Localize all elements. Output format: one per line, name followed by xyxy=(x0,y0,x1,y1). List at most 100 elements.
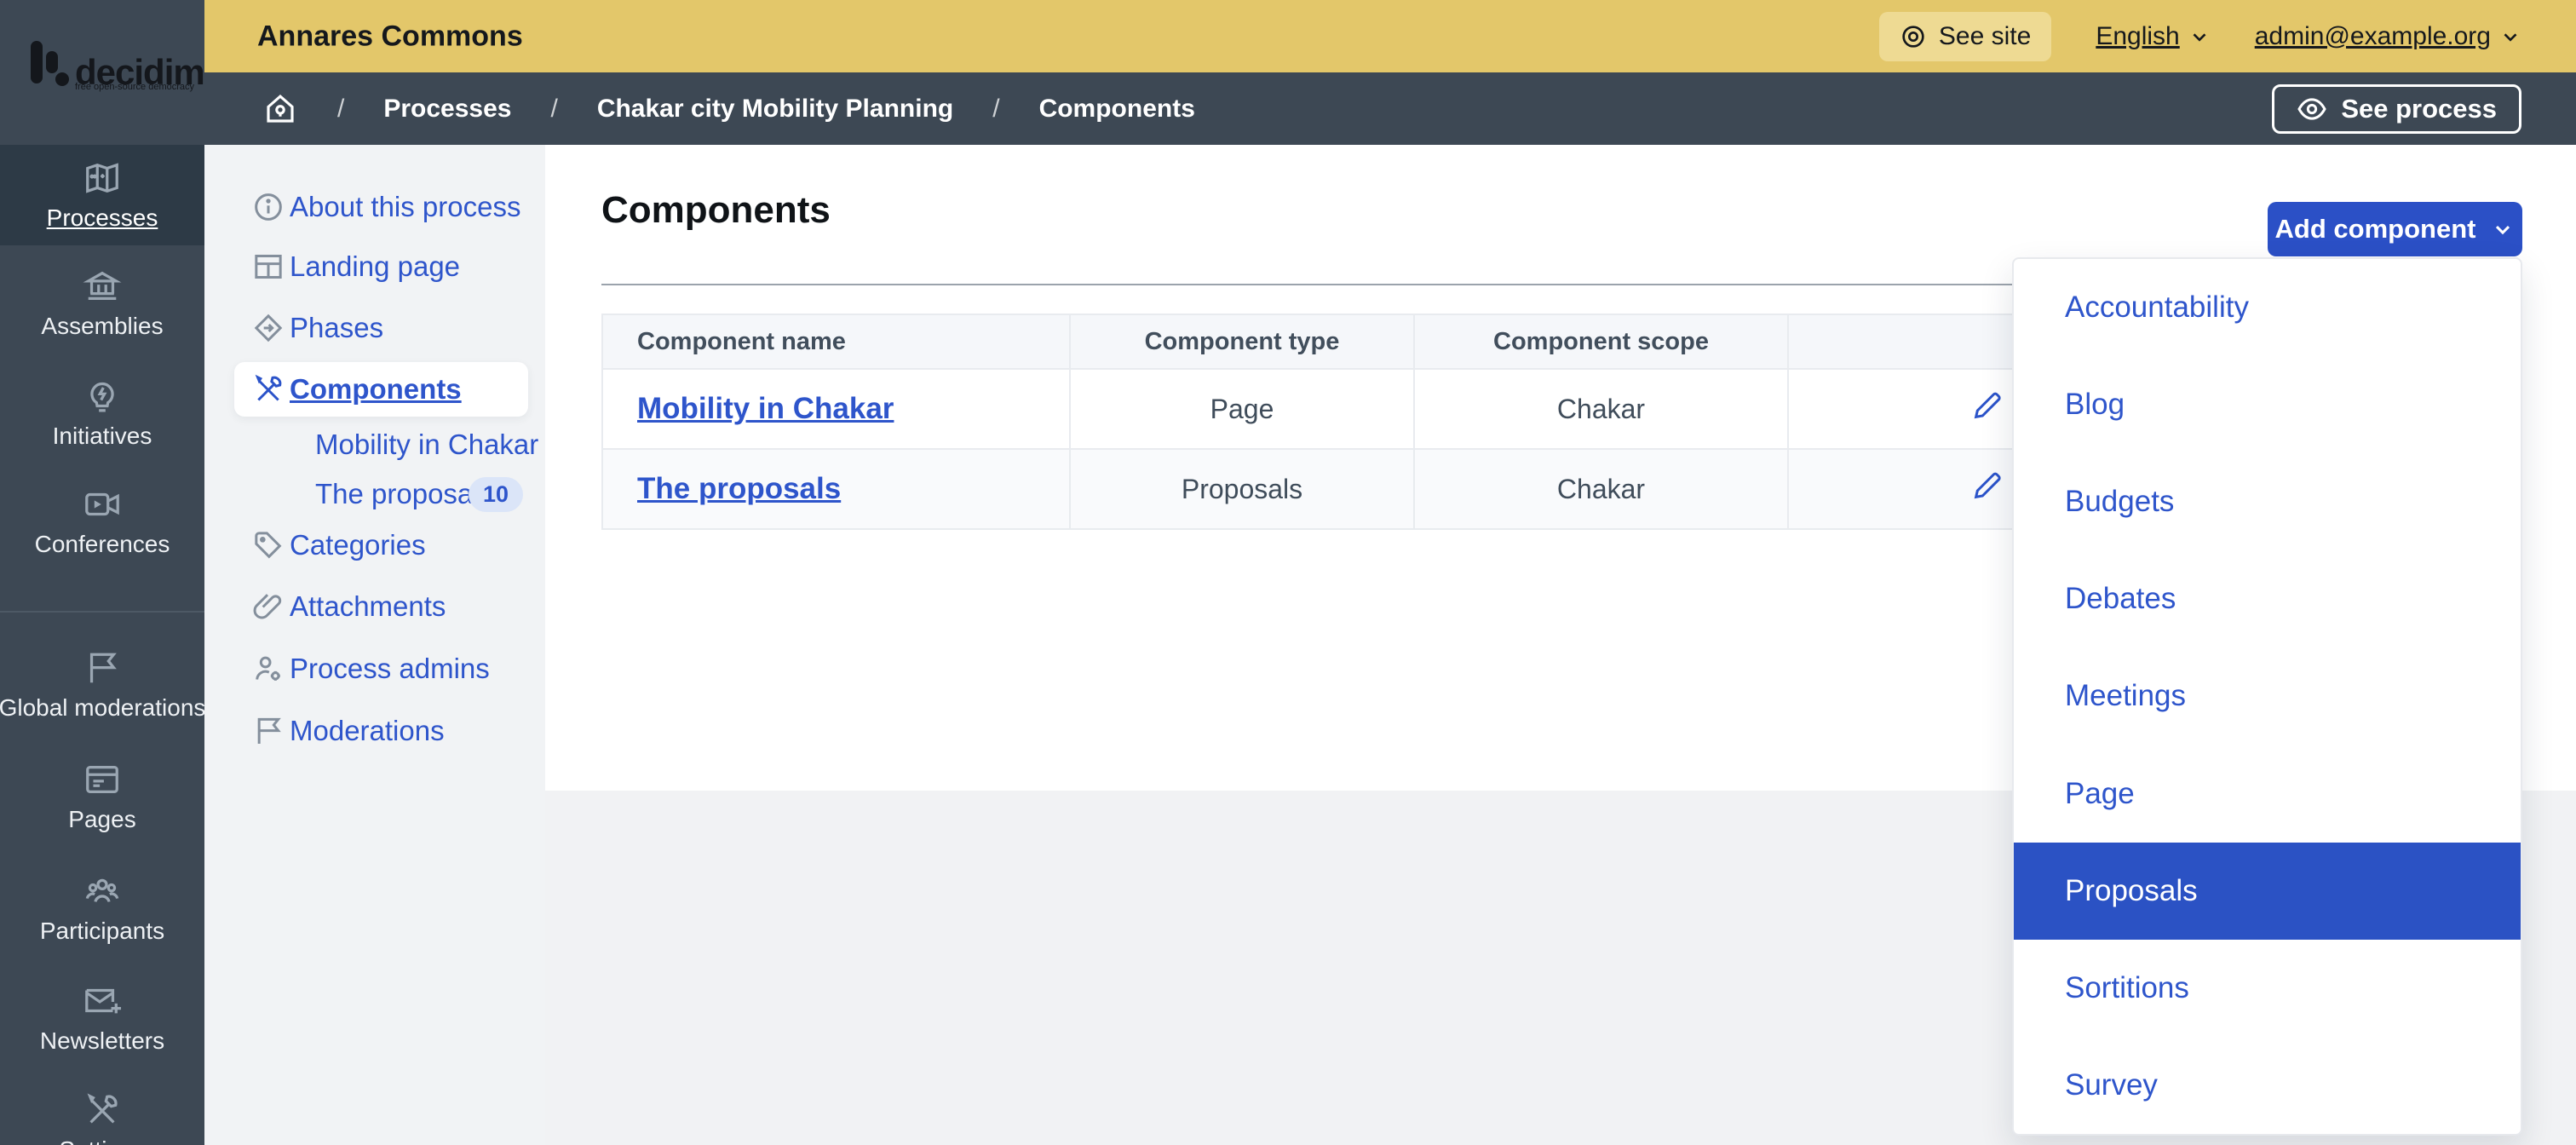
sidebar-item-label: Participants xyxy=(40,918,164,945)
breadcrumb-separator: / xyxy=(337,95,344,124)
phases-icon xyxy=(251,311,285,345)
sidebar-item-global-moderations[interactable]: Global moderations xyxy=(0,648,204,722)
chevron-down-icon xyxy=(2499,26,2521,48)
language-menu[interactable]: English xyxy=(2096,22,2210,51)
sidebar-item-label: The proposals xyxy=(315,478,493,510)
sidebar-item-process-admins[interactable]: Process admins xyxy=(204,643,545,694)
proposals-count-badge: 10 xyxy=(469,477,523,512)
component-type-cell: Page xyxy=(1070,369,1414,449)
column-header-component-type: Component type xyxy=(1070,314,1414,369)
sidebar-item-label: Moderations xyxy=(290,715,445,747)
people-icon xyxy=(83,872,122,911)
sidebar-item-moderations[interactable]: Moderations xyxy=(204,705,545,757)
breadcrumb-process-name[interactable]: Chakar city Mobility Planning xyxy=(597,95,953,124)
user-gear-icon xyxy=(251,652,285,686)
dropdown-item-debates[interactable]: Debates xyxy=(2014,550,2521,647)
layout-icon xyxy=(251,250,285,284)
column-header-component-scope: Component scope xyxy=(1414,314,1788,369)
see-process-label: See process xyxy=(2341,94,2497,124)
breadcrumb-bar: / Processes / Chakar city Mobility Plann… xyxy=(204,72,2576,145)
sidebar-item-label: Mobility in Chakar xyxy=(315,429,538,461)
eye-icon xyxy=(2297,94,2327,124)
top-bar-right: See site English admin@example.org xyxy=(1879,0,2521,72)
sidebar-item-label: Global moderations xyxy=(0,695,204,722)
sidebar-item-components[interactable]: Components xyxy=(204,364,545,415)
add-component-button[interactable]: Add component xyxy=(2268,202,2522,256)
sidebar-item-initiatives[interactable]: Initiatives xyxy=(0,377,204,450)
home-icon[interactable] xyxy=(262,91,298,127)
sidebar-item-landing-page[interactable]: Landing page xyxy=(204,241,545,292)
sidebar-item-assemblies[interactable]: Assemblies xyxy=(0,267,204,340)
tools-icon xyxy=(251,372,285,406)
sidebar-item-label: Initiatives xyxy=(53,423,152,450)
process-sidebar: About this process Landing page Phases C… xyxy=(204,145,545,1145)
sidebar-item-label: Conferences xyxy=(35,532,170,558)
breadcrumb-components[interactable]: Components xyxy=(1039,95,1195,124)
component-scope-cell: Chakar xyxy=(1414,449,1788,529)
pencil-icon xyxy=(1970,388,2004,423)
top-bar: Annares Commons See site English admin@e… xyxy=(204,0,2576,72)
dropdown-item-proposals[interactable]: Proposals xyxy=(2014,843,2521,940)
map-icon xyxy=(83,158,122,198)
sidebar-item-newsletters[interactable]: Newsletters xyxy=(0,981,204,1055)
sidebar-item-label: Attachments xyxy=(290,590,446,623)
component-link[interactable]: Mobility in Chakar xyxy=(637,392,894,425)
sidebar-item-label: Pages xyxy=(68,807,135,833)
sidebar-item-processes[interactable]: Processes xyxy=(0,158,204,232)
main-sidebar: Processes Assemblies Initiatives Confere… xyxy=(0,145,204,1145)
sidebar-item-participants[interactable]: Participants xyxy=(0,872,204,945)
breadcrumb: / Processes / Chakar city Mobility Plann… xyxy=(262,91,1195,127)
dropdown-item-accountability[interactable]: Accountability xyxy=(2014,259,2521,356)
mail-add-icon xyxy=(83,981,122,1021)
sidebar-item-attachments[interactable]: Attachments xyxy=(204,581,545,632)
sidebar-item-label: Components xyxy=(290,373,462,406)
sidebar-item-the-proposals[interactable]: The proposals 10 xyxy=(204,469,545,520)
user-menu[interactable]: admin@example.org xyxy=(2255,22,2521,51)
user-email: admin@example.org xyxy=(2255,22,2491,51)
paperclip-icon xyxy=(251,590,285,624)
component-scope-cell: Chakar xyxy=(1414,369,1788,449)
dropdown-item-sortitions[interactable]: Sortitions xyxy=(2014,940,2521,1037)
sidebar-item-label: Processes xyxy=(47,205,158,232)
info-icon xyxy=(251,190,285,224)
decidim-logo-tagline: free open-source democracy xyxy=(75,82,194,92)
sidebar-item-label: Categories xyxy=(290,529,426,561)
sidebar-item-categories[interactable]: Categories xyxy=(204,520,545,571)
dropdown-item-meetings[interactable]: Meetings xyxy=(2014,647,2521,745)
bank-icon xyxy=(83,267,122,306)
sidebar-item-pages[interactable]: Pages xyxy=(0,760,204,833)
sidebar-item-about-process[interactable]: About this process xyxy=(204,181,545,233)
breadcrumb-processes[interactable]: Processes xyxy=(383,95,511,124)
chevron-down-icon xyxy=(2491,217,2515,241)
sidebar-item-label: Settings xyxy=(59,1137,145,1145)
component-link[interactable]: The proposals xyxy=(637,472,841,505)
see-process-button[interactable]: See process xyxy=(2272,84,2521,134)
org-title: Annares Commons xyxy=(257,20,523,53)
sidebar-item-conferences[interactable]: Conferences xyxy=(0,485,204,558)
add-component-label: Add component xyxy=(2275,214,2476,245)
sidebar-item-settings[interactable]: Settings xyxy=(0,1090,204,1145)
target-circle-icon xyxy=(1900,23,1927,50)
logo-area: decidim free open-source democracy xyxy=(0,0,204,145)
flag-icon xyxy=(83,648,122,688)
dropdown-item-page[interactable]: Page xyxy=(2014,745,2521,843)
sidebar-item-phases[interactable]: Phases xyxy=(204,302,545,354)
edit-component-button[interactable] xyxy=(1970,469,2004,503)
decidim-logo-mark xyxy=(27,41,70,90)
sidebar-item-mobility-in-chakar[interactable]: Mobility in Chakar xyxy=(204,419,545,470)
see-site-label: See site xyxy=(1939,22,2031,51)
video-camera-icon xyxy=(83,485,122,524)
sidebar-item-label: Landing page xyxy=(290,250,460,283)
edit-component-button[interactable] xyxy=(1970,388,2004,423)
dropdown-item-survey[interactable]: Survey xyxy=(2014,1037,2521,1134)
component-type-cell: Proposals xyxy=(1070,449,1414,529)
pages-icon xyxy=(83,760,122,799)
sidebar-divider xyxy=(0,611,204,613)
sidebar-item-label: Phases xyxy=(290,312,383,344)
lightbulb-icon xyxy=(83,377,122,416)
see-site-button[interactable]: See site xyxy=(1879,12,2051,61)
pencil-icon xyxy=(1970,469,2004,503)
dropdown-item-blog[interactable]: Blog xyxy=(2014,356,2521,453)
page-title: Components xyxy=(601,189,831,232)
dropdown-item-budgets[interactable]: Budgets xyxy=(2014,453,2521,550)
